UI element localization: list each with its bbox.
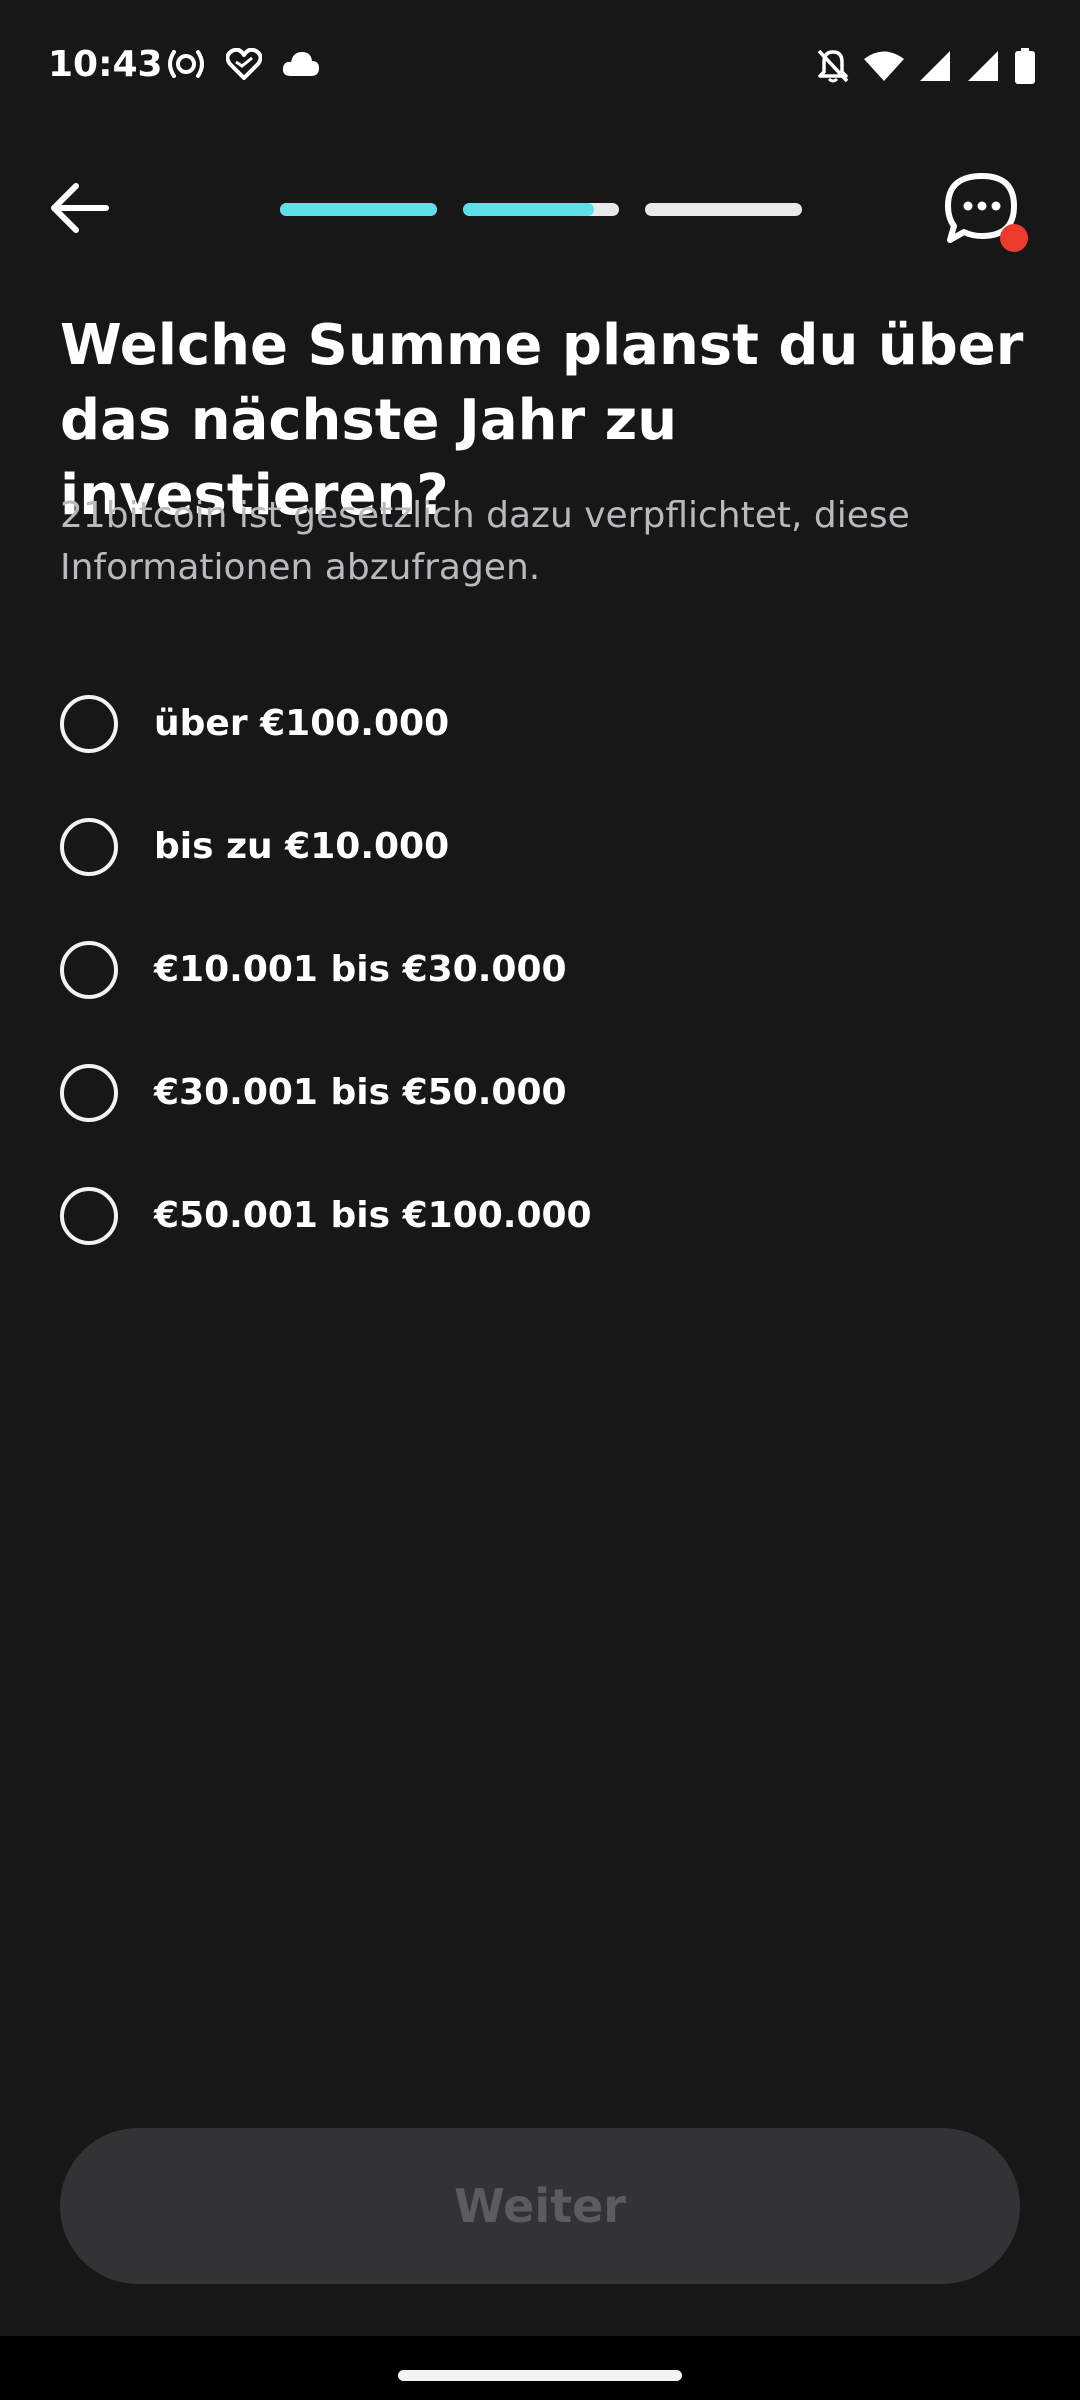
option-up-to-10000[interactable]: bis zu €10.000 <box>60 785 1020 908</box>
chat-button[interactable] <box>942 170 1032 260</box>
page-subtitle: 21bitcoin ist gesetzlich dazu verpflicht… <box>60 495 910 588</box>
option-label: über €100.000 <box>154 703 450 744</box>
notification-badge <box>1000 224 1028 252</box>
investment-options: über €100.000 bis zu €10.000 €10.001 bis… <box>60 662 1020 1277</box>
status-bar: 10:43 <box>0 0 1080 136</box>
status-time: 10:43 <box>48 44 163 85</box>
home-indicator[interactable] <box>398 2370 682 2381</box>
signal-icon <box>918 50 952 86</box>
option-label: €10.001 bis €30.000 <box>154 949 567 990</box>
next-button[interactable]: Weiter <box>60 2128 1020 2284</box>
radio-button[interactable] <box>60 694 118 753</box>
option-30001-to-50000[interactable]: €30.001 bis €50.000 <box>60 1031 1020 1154</box>
status-right-icons <box>816 48 1036 88</box>
battery-icon <box>1014 48 1036 88</box>
radio-button[interactable] <box>60 817 118 876</box>
wifi-icon <box>864 50 904 86</box>
option-10001-to-30000[interactable]: €10.001 bis €30.000 <box>60 908 1020 1031</box>
navigation-bar <box>0 2336 1080 2400</box>
heart-icon <box>225 47 263 84</box>
progress-step-1 <box>280 203 437 216</box>
hotspot-icon <box>166 48 206 84</box>
radio-button[interactable] <box>60 940 118 999</box>
radio-button[interactable] <box>60 1186 118 1245</box>
radio-button[interactable] <box>60 1063 118 1122</box>
option-label: €30.001 bis €50.000 <box>154 1072 567 1113</box>
screen: 10:43 Welche Summe planst du über das nä… <box>0 0 1080 2400</box>
bell-off-icon <box>816 48 850 88</box>
progress-step-3 <box>645 203 803 216</box>
signal-icon <box>966 50 1000 86</box>
option-50001-to-100000[interactable]: €50.001 bis €100.000 <box>60 1154 1020 1277</box>
progress-fill <box>280 203 437 216</box>
progress-indicator <box>280 203 803 216</box>
back-button[interactable] <box>44 172 116 244</box>
progress-fill <box>462 203 595 216</box>
cloud-icon <box>282 50 320 82</box>
option-over-100000[interactable]: über €100.000 <box>60 662 1020 785</box>
option-label: bis zu €10.000 <box>154 826 450 867</box>
status-left-icons <box>166 47 320 84</box>
progress-step-2 <box>462 203 620 216</box>
next-button-label: Weiter <box>454 2179 626 2233</box>
option-label: €50.001 bis €100.000 <box>154 1195 592 1236</box>
arrow-left-icon <box>51 183 109 233</box>
